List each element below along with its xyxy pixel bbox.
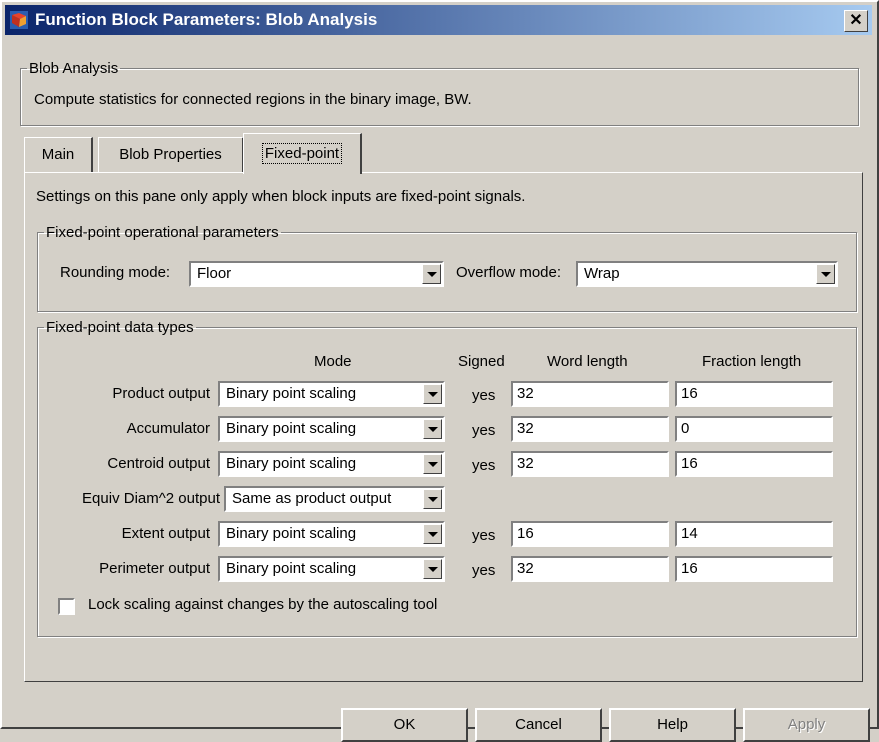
lock-scaling-label: Lock scaling against changes by the auto…	[88, 596, 438, 613]
lock-scaling-checkbox[interactable]	[58, 598, 75, 615]
chevron-down-icon[interactable]	[423, 419, 442, 439]
chevron-down-icon[interactable]	[423, 489, 442, 509]
row-label-accumulator: Accumulator	[126, 420, 210, 437]
product-output-fraction-length-value: 16	[681, 385, 698, 402]
accumulator-word-length-value: 32	[517, 420, 534, 437]
tab-main-label: Main	[41, 146, 75, 163]
accumulator-mode-select[interactable]: Binary point scaling	[218, 416, 445, 442]
product-output-word-length-input[interactable]: 32	[511, 381, 669, 407]
product-output-mode-value: Binary point scaling	[226, 385, 357, 402]
tab-fixed-point[interactable]: Fixed-point	[243, 133, 362, 174]
chevron-down-icon[interactable]	[423, 454, 442, 474]
chevron-down-icon[interactable]	[423, 384, 442, 404]
extent-output-mode-value: Binary point scaling	[226, 525, 357, 542]
tab-blob-properties[interactable]: Blob Properties	[98, 137, 244, 172]
chevron-down-icon[interactable]	[423, 559, 442, 579]
product-output-fraction-length-input[interactable]: 16	[675, 381, 833, 407]
perimeter-output-signed: yes	[472, 562, 496, 579]
mode-column-header: Mode	[314, 353, 352, 370]
simulink-icon	[10, 11, 28, 29]
accumulator-signed: yes	[472, 422, 496, 439]
centroid-output-word-length-input[interactable]: 32	[511, 451, 669, 477]
rounding-mode-select[interactable]: Floor	[189, 261, 444, 287]
accumulator-fraction-length-value: 0	[681, 420, 690, 437]
row-label-equiv-diam-output: Equiv Diam^2 output	[82, 490, 220, 507]
word-length-column-header: Word length	[547, 353, 628, 370]
perimeter-output-mode-value: Binary point scaling	[226, 560, 357, 577]
product-output-word-length-value: 32	[517, 385, 534, 402]
tab-blob-properties-label: Blob Properties	[119, 146, 222, 163]
perimeter-output-mode-select[interactable]: Binary point scaling	[218, 556, 445, 582]
close-icon: ✕	[849, 12, 863, 29]
close-button[interactable]: ✕	[844, 10, 868, 32]
data-types-legend: Fixed-point data types	[46, 319, 194, 336]
accumulator-mode-value: Binary point scaling	[226, 420, 357, 437]
ok-button[interactable]: OK	[341, 708, 468, 742]
cancel-button[interactable]: Cancel	[475, 708, 602, 742]
row-label-extent-output: Extent output	[121, 525, 210, 542]
description-legend: Blob Analysis	[29, 60, 119, 77]
chevron-down-icon[interactable]	[423, 524, 442, 544]
extent-output-word-length-input[interactable]: 16	[511, 521, 669, 547]
rounding-mode-value: Floor	[197, 265, 232, 282]
extent-output-word-length-value: 16	[517, 525, 534, 542]
perimeter-output-fraction-length-value: 16	[681, 560, 698, 577]
signed-column-header: Signed	[458, 353, 505, 370]
chevron-down-icon[interactable]	[816, 264, 835, 284]
rounding-mode-label: Rounding mode:	[60, 264, 171, 281]
panel-note: Settings on this pane only apply when bl…	[36, 188, 526, 205]
equiv-diam-output-mode-value: Same as product output	[232, 490, 392, 507]
accumulator-word-length-input[interactable]: 32	[511, 416, 669, 442]
perimeter-output-word-length-input[interactable]: 32	[511, 556, 669, 582]
centroid-output-fraction-length-input[interactable]: 16	[675, 451, 833, 477]
fraction-length-column-header: Fraction length	[702, 353, 802, 370]
centroid-output-word-length-value: 32	[517, 455, 534, 472]
tab-fixed-point-label: Fixed-point	[261, 143, 343, 164]
perimeter-output-fraction-length-input[interactable]: 16	[675, 556, 833, 582]
row-label-product-output: Product output	[112, 385, 210, 402]
row-label-perimeter-output: Perimeter output	[99, 560, 210, 577]
window-title: Function Block Parameters: Blob Analysis	[35, 10, 378, 29]
centroid-output-signed: yes	[472, 457, 496, 474]
description-text: Compute statistics for connected regions…	[34, 91, 472, 108]
centroid-output-mode-value: Binary point scaling	[226, 455, 357, 472]
extent-output-signed: yes	[472, 527, 496, 544]
tab-main[interactable]: Main	[24, 137, 93, 172]
chevron-down-icon[interactable]	[422, 264, 441, 284]
overflow-mode-select[interactable]: Wrap	[576, 261, 838, 287]
row-label-centroid-output: Centroid output	[107, 455, 210, 472]
equiv-diam-output-mode-select[interactable]: Same as product output	[224, 486, 445, 512]
title-bar[interactable]: Function Block Parameters: Blob Analysis…	[5, 5, 872, 35]
centroid-output-fraction-length-value: 16	[681, 455, 698, 472]
help-button[interactable]: Help	[609, 708, 736, 742]
apply-button[interactable]: Apply	[743, 708, 870, 742]
extent-output-fraction-length-value: 14	[681, 525, 698, 542]
extent-output-mode-select[interactable]: Binary point scaling	[218, 521, 445, 547]
operational-parameters-legend: Fixed-point operational parameters	[46, 224, 279, 241]
product-output-signed: yes	[472, 387, 496, 404]
centroid-output-mode-select[interactable]: Binary point scaling	[218, 451, 445, 477]
overflow-mode-label: Overflow mode:	[456, 264, 562, 281]
extent-output-fraction-length-input[interactable]: 14	[675, 521, 833, 547]
overflow-mode-value: Wrap	[584, 265, 620, 282]
accumulator-fraction-length-input[interactable]: 0	[675, 416, 833, 442]
perimeter-output-word-length-value: 32	[517, 560, 534, 577]
product-output-mode-select[interactable]: Binary point scaling	[218, 381, 445, 407]
dialog-window: Function Block Parameters: Blob Analysis…	[0, 0, 879, 742]
